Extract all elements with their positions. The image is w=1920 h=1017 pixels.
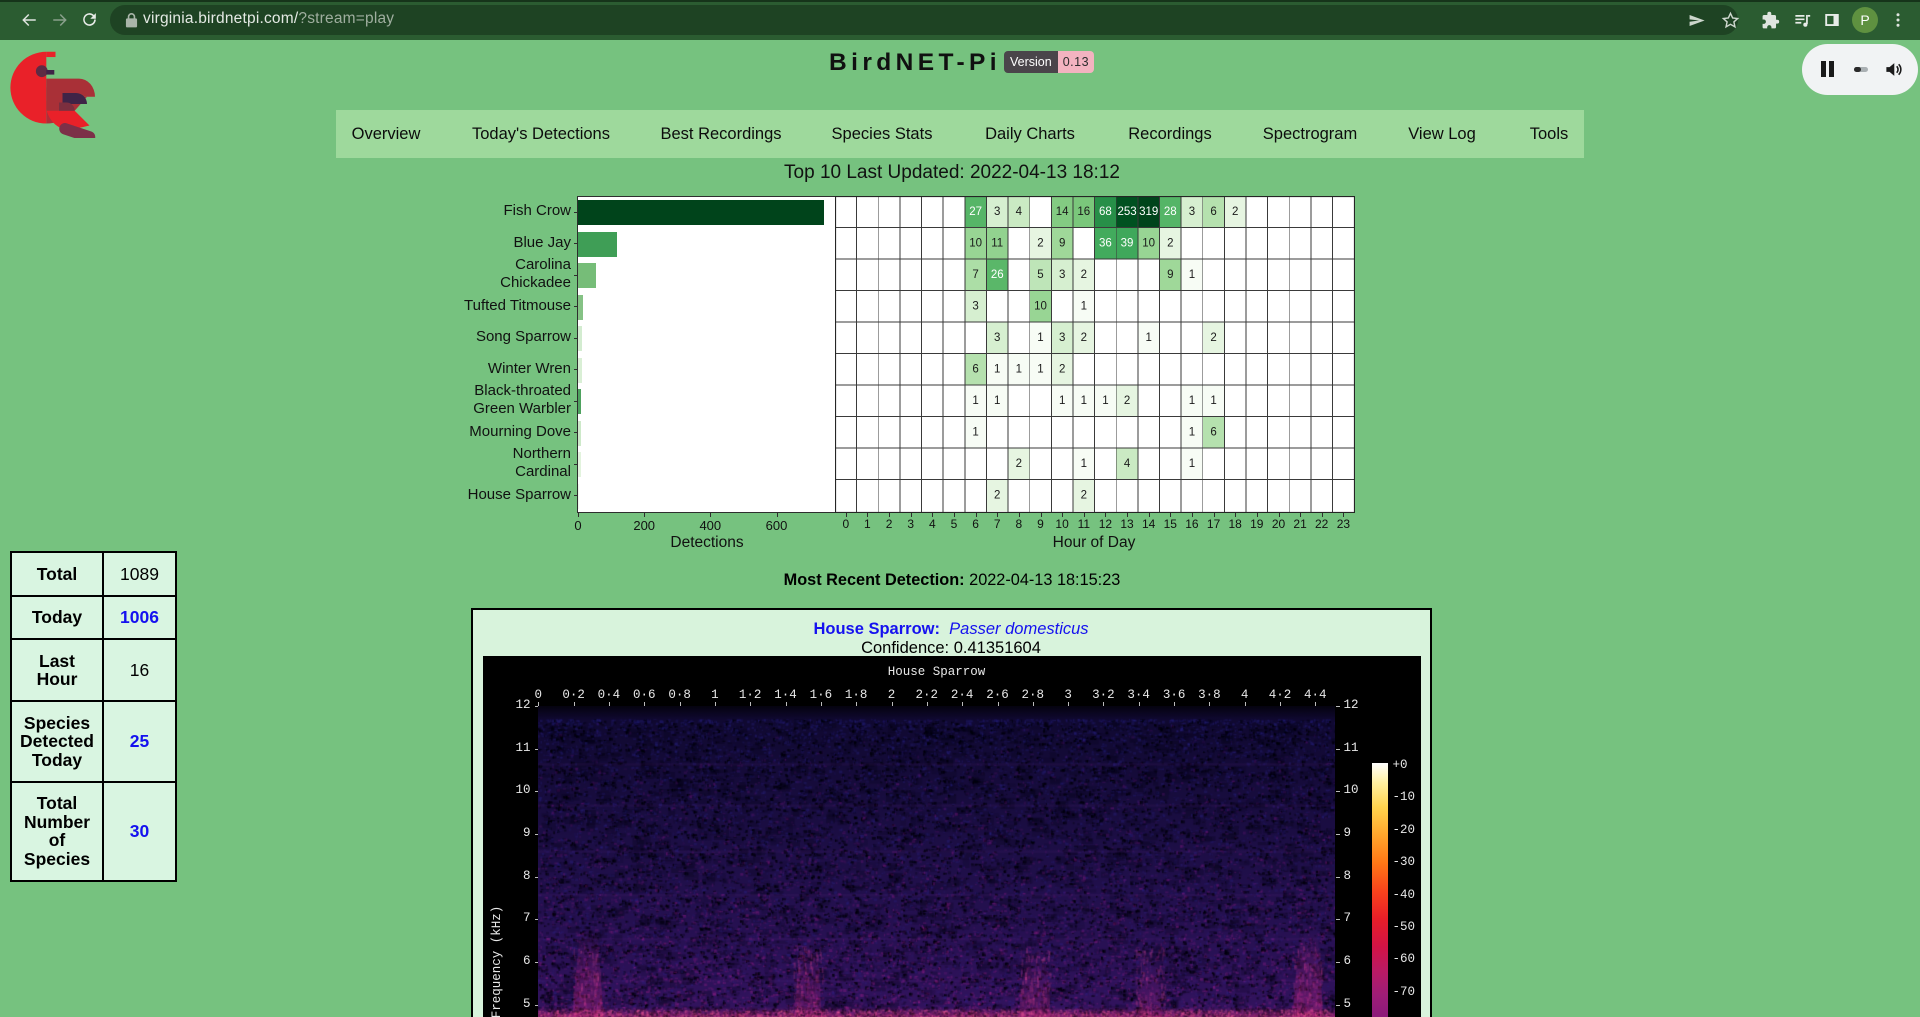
svg-text:1: 1 (1210, 395, 1216, 407)
svg-text:253: 253 (1117, 206, 1136, 218)
svg-text:68: 68 (1099, 206, 1112, 218)
svg-text:14: 14 (1056, 206, 1069, 218)
svg-text:3: 3 (1059, 269, 1065, 281)
svg-text:1: 1 (1189, 458, 1195, 470)
svg-text:6: 6 (972, 363, 978, 375)
svg-text:39: 39 (1121, 237, 1134, 249)
svg-text:2: 2 (1037, 237, 1043, 249)
svg-text:27: 27 (969, 206, 982, 218)
svg-text:1: 1 (1016, 363, 1022, 375)
svg-text:3: 3 (1189, 206, 1195, 218)
svg-text:11: 11 (991, 237, 1003, 249)
svg-text:2: 2 (1232, 206, 1238, 218)
svg-text:1: 1 (1081, 300, 1087, 312)
svg-text:9: 9 (1059, 237, 1065, 249)
svg-text:26: 26 (991, 269, 1004, 281)
svg-text:10: 10 (1034, 300, 1047, 312)
svg-text:1: 1 (1081, 458, 1087, 470)
svg-text:2: 2 (1016, 458, 1022, 470)
svg-text:2: 2 (1124, 395, 1130, 407)
svg-text:16: 16 (1077, 206, 1090, 218)
svg-text:6: 6 (1210, 426, 1216, 438)
svg-text:7: 7 (972, 269, 978, 281)
svg-text:1: 1 (1189, 426, 1195, 438)
svg-text:3: 3 (994, 332, 1000, 344)
svg-text:6: 6 (1210, 206, 1216, 218)
svg-text:1: 1 (1189, 395, 1195, 407)
svg-text:2: 2 (1081, 332, 1087, 344)
svg-text:1: 1 (994, 363, 1000, 375)
svg-text:10: 10 (969, 237, 982, 249)
svg-text:5: 5 (1037, 269, 1043, 281)
svg-text:319: 319 (1139, 206, 1158, 218)
svg-text:1: 1 (1145, 332, 1151, 344)
svg-text:2: 2 (1167, 237, 1173, 249)
svg-text:3: 3 (1059, 332, 1065, 344)
svg-text:1: 1 (1081, 395, 1087, 407)
svg-text:2: 2 (1210, 332, 1216, 344)
svg-text:1: 1 (1037, 332, 1043, 344)
svg-text:1: 1 (972, 395, 978, 407)
svg-text:36: 36 (1099, 237, 1112, 249)
svg-text:9: 9 (1167, 269, 1173, 281)
svg-text:1: 1 (994, 395, 1000, 407)
svg-text:2: 2 (1059, 363, 1065, 375)
svg-text:3: 3 (972, 300, 978, 312)
svg-text:28: 28 (1164, 206, 1177, 218)
svg-text:2: 2 (1081, 489, 1087, 501)
svg-text:1: 1 (1037, 363, 1043, 375)
svg-text:1: 1 (972, 426, 978, 438)
svg-text:1: 1 (1102, 395, 1108, 407)
svg-text:2: 2 (1081, 269, 1087, 281)
svg-text:10: 10 (1142, 237, 1155, 249)
svg-text:1: 1 (1189, 269, 1195, 281)
svg-text:1: 1 (1059, 395, 1065, 407)
svg-text:4: 4 (1124, 458, 1131, 470)
svg-text:4: 4 (1016, 206, 1023, 218)
svg-text:2: 2 (994, 489, 1000, 501)
svg-text:3: 3 (994, 206, 1000, 218)
